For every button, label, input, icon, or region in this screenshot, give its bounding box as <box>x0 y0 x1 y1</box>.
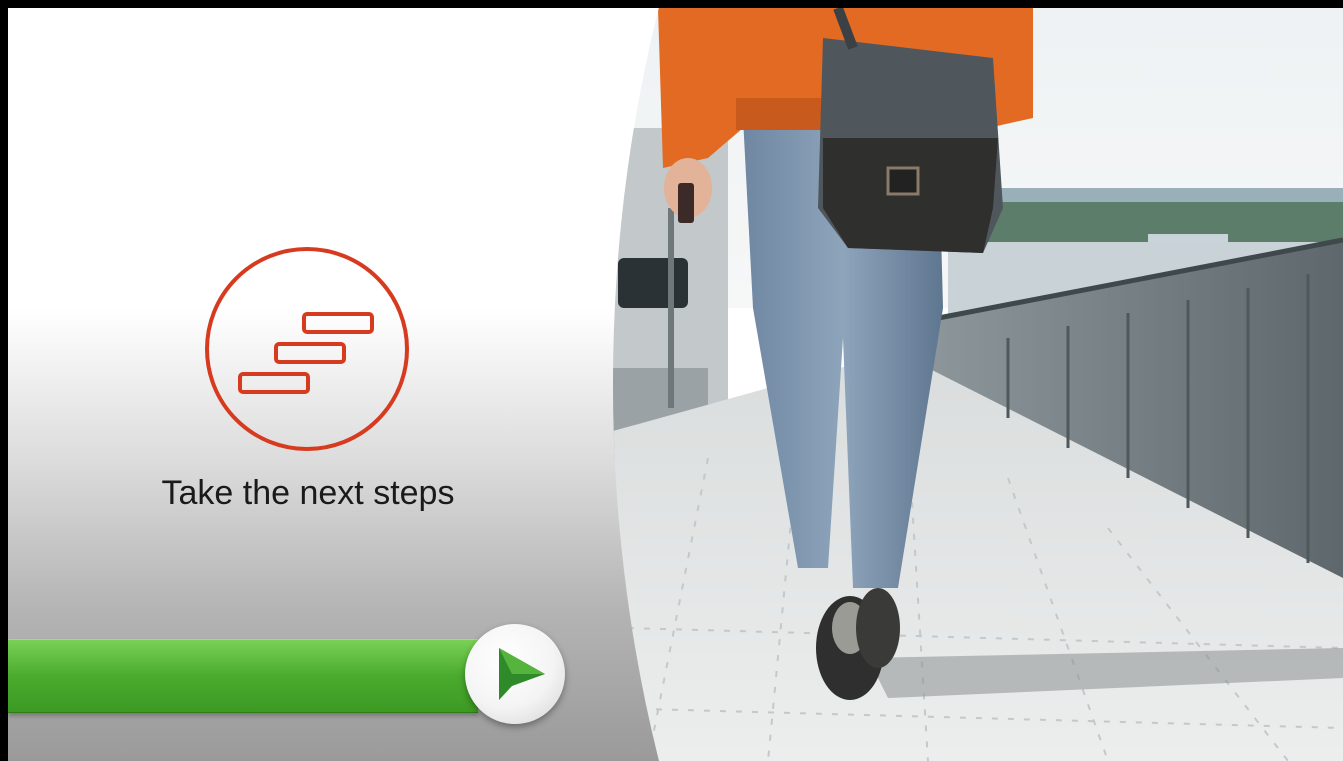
next-button[interactable] <box>465 624 565 724</box>
slide: Take the next steps <box>8 8 1343 761</box>
page-title: Take the next steps <box>161 474 455 512</box>
steps-icon <box>205 247 409 451</box>
play-arrow-icon <box>499 648 545 700</box>
progress-bar <box>8 639 478 713</box>
